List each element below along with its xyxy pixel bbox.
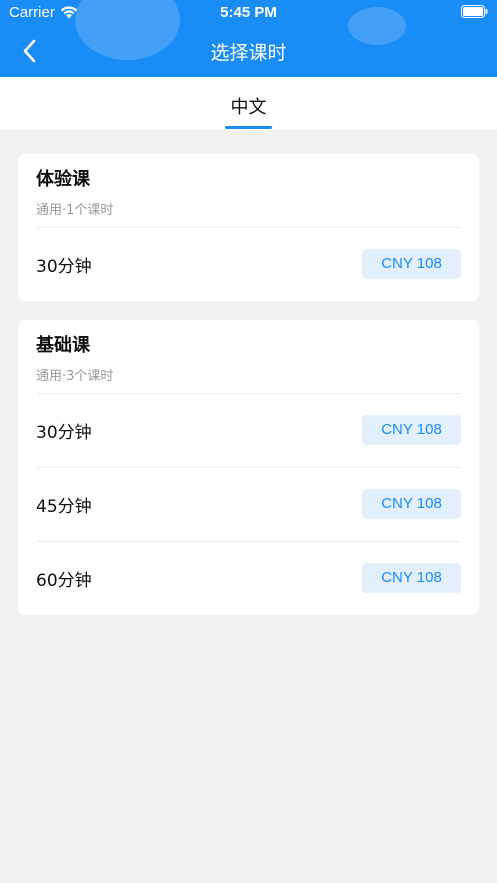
status-time: 5:45 PM bbox=[220, 4, 277, 21]
duration-label: 30分钟 bbox=[36, 423, 92, 443]
tab-label: 中文 bbox=[230, 97, 267, 118]
tab-active-indicator bbox=[225, 126, 272, 129]
price-button[interactable]: CNY 108 bbox=[362, 489, 461, 519]
divider bbox=[36, 393, 461, 394]
duration-label: 45分钟 bbox=[36, 497, 92, 517]
duration-option[interactable]: 30分钟 CNY 108 bbox=[36, 393, 461, 467]
course-title: 基础课 bbox=[36, 335, 90, 356]
tab-bar: 中文 bbox=[0, 77, 497, 130]
header: Carrier 5:45 PM 选择课时 bbox=[0, 0, 497, 77]
status-bar: Carrier 5:45 PM bbox=[0, 0, 497, 26]
price-button[interactable]: CNY 108 bbox=[362, 415, 461, 445]
price-button[interactable]: CNY 108 bbox=[362, 249, 461, 279]
duration-option[interactable]: 45分钟 CNY 108 bbox=[36, 467, 461, 541]
duration-label: 30分钟 bbox=[36, 257, 92, 277]
duration-label: 60分钟 bbox=[36, 571, 92, 591]
divider bbox=[36, 541, 461, 542]
duration-option[interactable]: 30分钟 CNY 108 bbox=[36, 227, 461, 301]
tab-chinese[interactable]: 中文 bbox=[200, 77, 297, 130]
battery-icon bbox=[461, 5, 488, 18]
course-title: 体验课 bbox=[36, 169, 90, 190]
price-button[interactable]: CNY 108 bbox=[362, 563, 461, 593]
course-subtitle: 通用·3个课时 bbox=[36, 369, 114, 384]
divider bbox=[36, 227, 461, 228]
course-card-basic: 基础课 通用·3个课时 30分钟 CNY 108 45分钟 CNY 108 60… bbox=[18, 320, 479, 615]
page-title: 选择课时 bbox=[210, 42, 287, 64]
divider bbox=[36, 467, 461, 468]
course-subtitle: 通用·1个课时 bbox=[36, 203, 114, 218]
duration-option[interactable]: 60分钟 CNY 108 bbox=[36, 541, 461, 615]
course-card-trial: 体验课 通用·1个课时 30分钟 CNY 108 bbox=[18, 154, 479, 301]
